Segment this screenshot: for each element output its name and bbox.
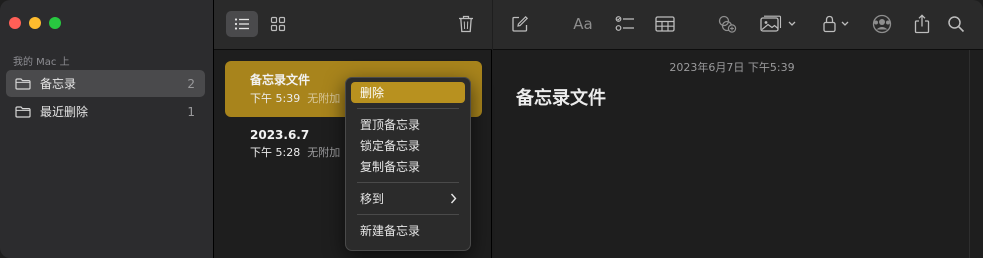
media-icon bbox=[760, 15, 796, 32]
sidebar-section-label: 我的 Mac 上 bbox=[13, 57, 70, 68]
folder-count: 1 bbox=[187, 104, 195, 119]
minimize-window-button[interactable] bbox=[29, 17, 41, 29]
table-icon bbox=[655, 16, 675, 32]
table-button[interactable] bbox=[653, 13, 677, 35]
sidebar: 我的 Mac 上 备忘录 2 最近删除 1 bbox=[0, 0, 214, 258]
note-attachment: 无附加 bbox=[307, 92, 341, 105]
folder-icon bbox=[15, 77, 31, 90]
share-button[interactable] bbox=[911, 13, 933, 35]
menu-separator bbox=[357, 182, 459, 183]
menu-item-duplicate-note[interactable]: 复制备忘录 bbox=[351, 156, 465, 177]
note-attachment: 无附加 bbox=[307, 146, 341, 159]
checklist-icon bbox=[615, 16, 634, 31]
grid-icon bbox=[270, 16, 286, 32]
note-time: 下午 5:39 bbox=[250, 92, 301, 105]
traffic-lights bbox=[9, 17, 61, 29]
compose-button[interactable] bbox=[509, 13, 531, 35]
notes-window: 我的 Mac 上 备忘录 2 最近删除 1 备忘录文件 下午 5:39 无附加 … bbox=[0, 0, 983, 258]
folder-count: 2 bbox=[187, 76, 195, 91]
zoom-window-button[interactable] bbox=[49, 17, 61, 29]
trash-icon bbox=[459, 15, 473, 33]
editor-toolbar: Aa bbox=[493, 0, 983, 50]
list-view-button[interactable] bbox=[226, 11, 258, 37]
chevron-right-icon bbox=[450, 193, 457, 204]
menu-item-lock-note[interactable]: 锁定备忘录 bbox=[351, 135, 465, 156]
folder-label: 最近删除 bbox=[40, 105, 89, 119]
search-icon bbox=[948, 16, 965, 33]
share-icon bbox=[914, 14, 930, 34]
sidebar-folder-recently-deleted[interactable]: 最近删除 1 bbox=[6, 98, 205, 125]
note-date: 2023年6月7日 下午5:39 bbox=[669, 61, 795, 74]
sidebar-folder-notes[interactable]: 备忘录 2 bbox=[6, 70, 205, 97]
media-button[interactable] bbox=[759, 13, 799, 35]
list-icon bbox=[234, 18, 249, 30]
folder-label: 备忘录 bbox=[40, 77, 77, 91]
editor-scrollbar[interactable] bbox=[969, 50, 983, 258]
context-menu: 删除 置顶备忘录 锁定备忘录 复制备忘录 移到 新建备忘录 bbox=[345, 77, 471, 251]
collaborate-icon bbox=[718, 15, 737, 33]
menu-separator bbox=[357, 214, 459, 215]
share-people-button[interactable] bbox=[869, 13, 895, 35]
delete-note-button[interactable] bbox=[452, 11, 480, 37]
menu-item-move-to[interactable]: 移到 bbox=[351, 188, 465, 209]
search-button[interactable] bbox=[945, 13, 967, 35]
note-time: 下午 5:28 bbox=[250, 146, 301, 159]
menu-item-pin-note[interactable]: 置顶备忘录 bbox=[351, 114, 465, 135]
compose-icon bbox=[512, 15, 529, 32]
note-body-title[interactable]: 备忘录文件 bbox=[516, 84, 606, 110]
gallery-view-button[interactable] bbox=[262, 11, 294, 37]
menu-separator bbox=[357, 108, 459, 109]
folder-icon bbox=[15, 105, 31, 118]
editor-pane: Aa 2023年6月7日 下午5:39 备忘录文件 bbox=[493, 0, 983, 258]
menu-item-new-note[interactable]: 新建备忘录 bbox=[351, 220, 465, 241]
notes-list-toolbar bbox=[214, 0, 492, 50]
collaborate-button[interactable] bbox=[715, 13, 739, 35]
checklist-button[interactable] bbox=[613, 13, 637, 35]
menu-item-label: 移到 bbox=[360, 192, 385, 206]
format-text-button[interactable]: Aa bbox=[571, 13, 595, 35]
share-people-icon bbox=[872, 14, 892, 34]
close-window-button[interactable] bbox=[9, 17, 21, 29]
menu-item-delete[interactable]: 删除 bbox=[351, 82, 465, 103]
lock-button[interactable] bbox=[821, 13, 853, 35]
lock-icon bbox=[823, 15, 849, 33]
